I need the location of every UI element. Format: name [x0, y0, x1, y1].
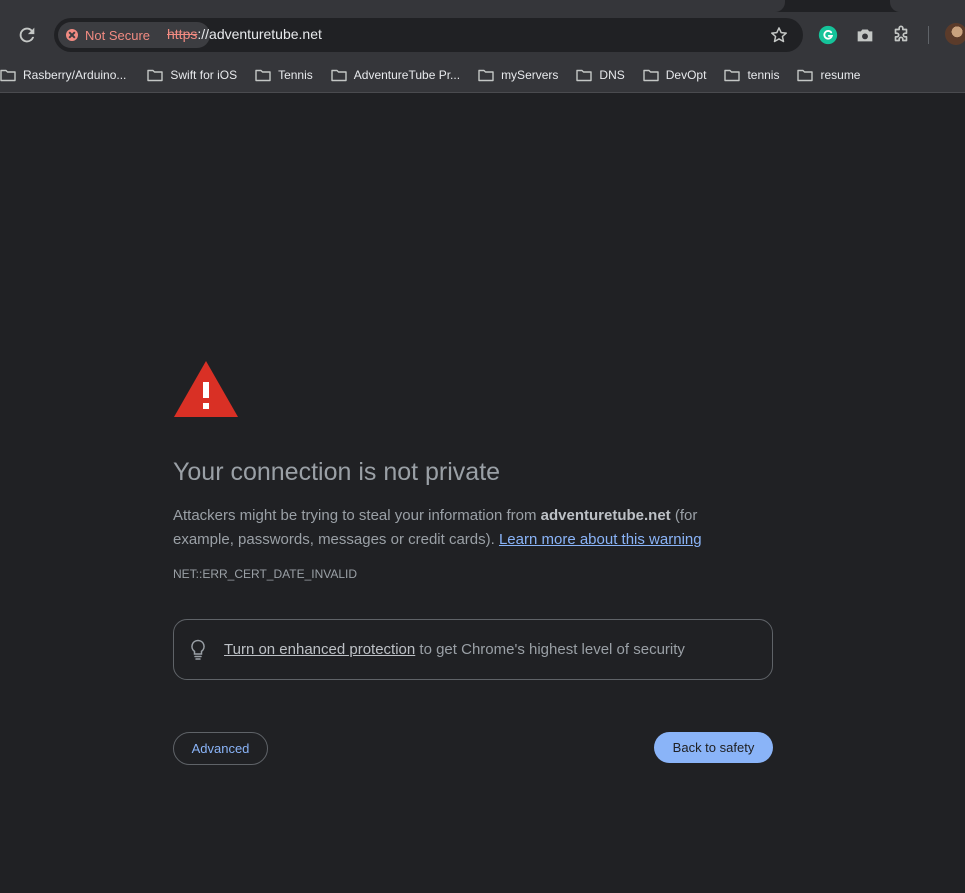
url-text[interactable]: https://adventuretube.net [167, 26, 322, 42]
bookmark-star-icon[interactable] [769, 25, 789, 45]
reload-icon[interactable] [16, 24, 38, 46]
advanced-button[interactable]: Advanced [173, 732, 268, 765]
browser-chrome: Not Secure https://adventuretube.net Ras… [0, 0, 965, 93]
profile-avatar[interactable] [945, 23, 965, 45]
not-secure-icon [66, 29, 78, 41]
extensions-puzzle-icon[interactable] [890, 24, 912, 46]
bookmark-label: Rasberry/Arduino... [23, 68, 127, 82]
bookmark-label: Swift for iOS [170, 68, 238, 82]
warning-triangle-icon [174, 361, 238, 417]
toolbar-separator [928, 26, 929, 44]
folder-icon [147, 69, 164, 82]
desc-text: Attackers might be trying to steal your … [173, 507, 541, 524]
bookmark-label: AdventureTube Pr... [353, 68, 461, 82]
tab-strip [0, 0, 965, 12]
folder-icon [576, 69, 593, 82]
bookmark-folder[interactable]: Swift for iOS [141, 63, 243, 87]
folder-icon [478, 69, 494, 82]
bookmark-folder[interactable]: tennis [718, 63, 785, 87]
folder-icon [0, 69, 16, 82]
enhanced-protection-box: Turn on enhanced protection to get Chrom… [173, 619, 773, 680]
url-scheme: https [167, 26, 198, 42]
bookmarks-bar: Rasberry/Arduino... Swift for iOS Tennis… [0, 62, 965, 88]
address-bar[interactable]: Not Secure https://adventuretube.net [54, 18, 803, 52]
bookmark-folder[interactable]: AdventureTube Pr... [325, 63, 466, 87]
learn-more-link[interactable]: Learn more about this warning [499, 531, 702, 548]
bookmark-folder[interactable]: Tennis [249, 63, 319, 87]
error-code: NET::ERR_CERT_DATE_INVALID [173, 567, 358, 581]
page-title: Your connection is not private [173, 458, 501, 486]
bookmark-folder[interactable]: resume [791, 63, 866, 87]
bookmark-folder[interactable]: myServers [472, 63, 564, 87]
url-host: ://adventuretube.net [197, 26, 322, 42]
grammarly-extension-icon[interactable] [817, 24, 839, 46]
bookmark-folder[interactable]: DNS [570, 63, 630, 87]
folder-icon [331, 69, 347, 82]
warning-description: Attackers might be trying to steal your … [173, 504, 753, 552]
bookmark-label: myServers [501, 68, 559, 82]
folder-icon [255, 69, 271, 82]
protection-suffix: to get Chrome's highest level of securit… [415, 641, 685, 658]
folder-icon [724, 69, 741, 82]
security-chip-label: Not Secure [85, 27, 151, 43]
site-domain: adventuretube.net [540, 507, 671, 524]
interstitial-page: Your connection is not private Attackers… [0, 93, 965, 893]
active-tab[interactable] [0, 0, 785, 12]
bookmark-folder[interactable]: Rasberry/Arduino... [0, 63, 132, 87]
tab[interactable] [890, 0, 965, 12]
enhanced-protection-link[interactable]: Turn on enhanced protection [224, 641, 415, 658]
toolbar: Not Secure https://adventuretube.net [0, 12, 965, 58]
folder-icon [797, 69, 814, 82]
bookmark-label: Tennis [278, 68, 313, 82]
bookmark-folder[interactable]: DevOpt [637, 63, 713, 87]
camera-extension-icon[interactable] [854, 24, 876, 46]
bookmark-label: resume [820, 68, 861, 82]
protection-text: Turn on enhanced protection to get Chrom… [224, 641, 685, 658]
folder-icon [643, 69, 659, 82]
bookmark-label: DevOpt [665, 68, 707, 82]
lightbulb-icon [191, 639, 205, 660]
bookmark-label: tennis [747, 68, 780, 82]
back-to-safety-button[interactable]: Back to safety [654, 732, 773, 763]
bookmark-label: DNS [599, 68, 625, 82]
